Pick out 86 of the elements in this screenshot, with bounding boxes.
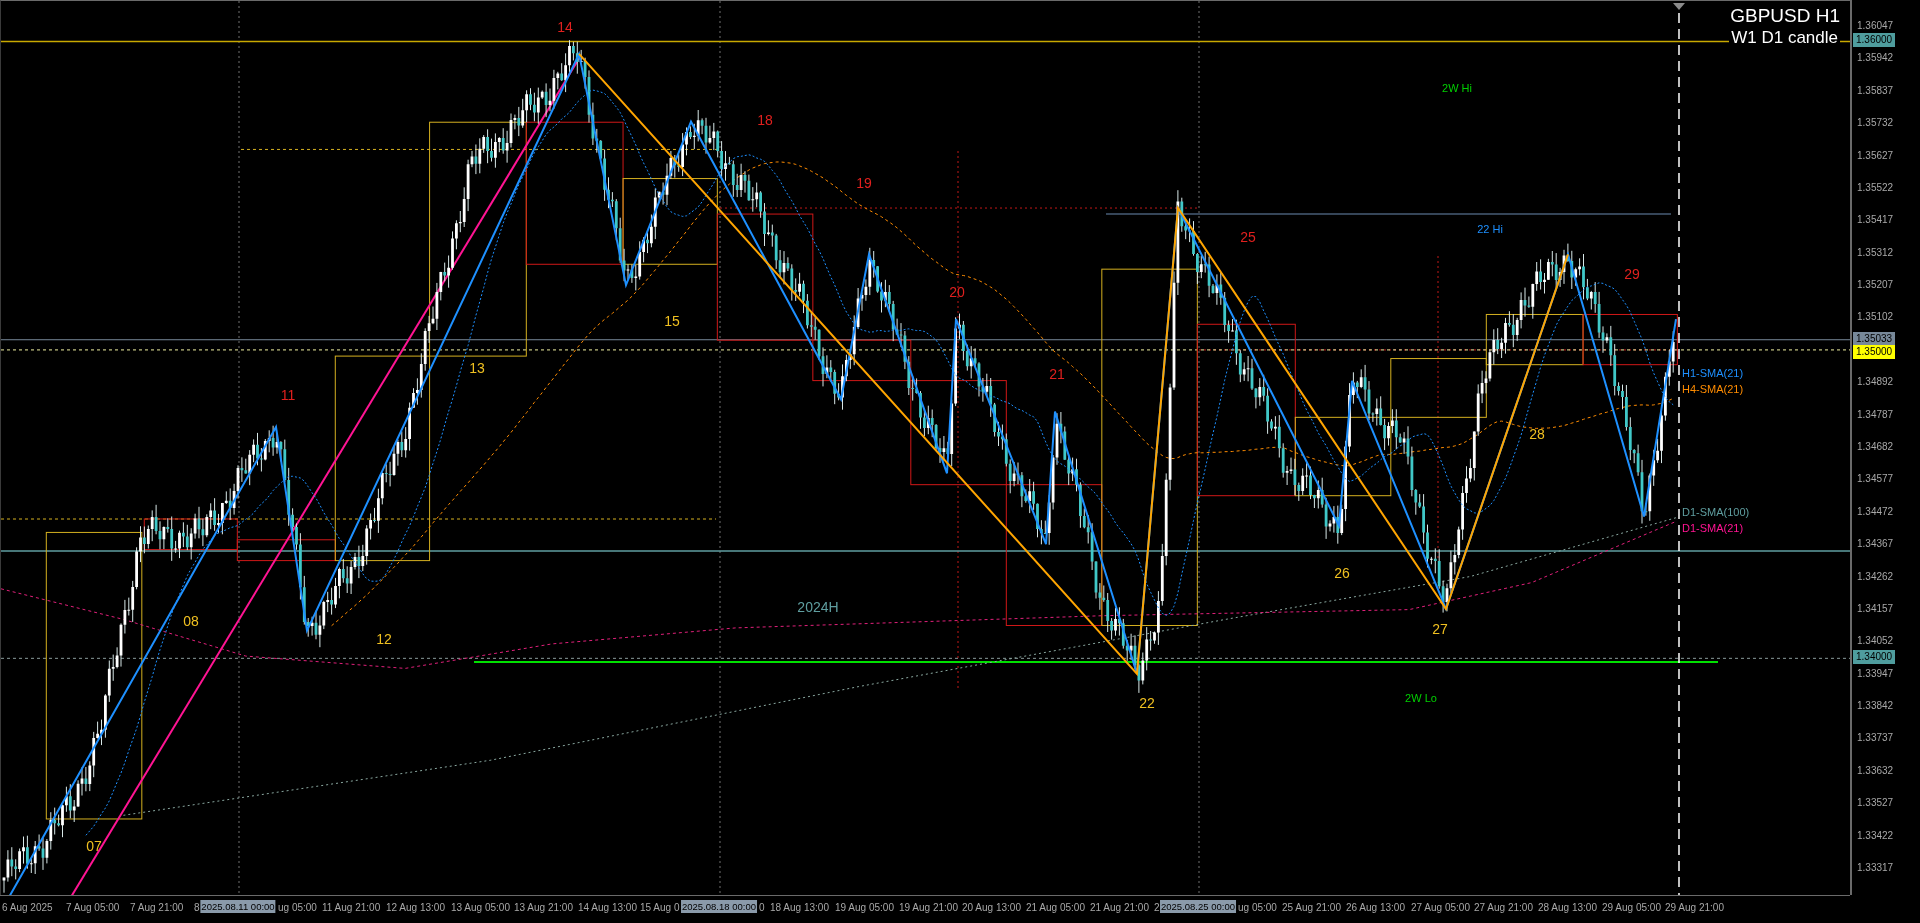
chart-label: 25 <box>1240 230 1256 244</box>
period-separator-label: 2025.08.18 00:00 <box>681 900 757 913</box>
time-tick-label: 13 Aug 05:00 <box>451 901 510 914</box>
chart-title: GBPUSD H1 <box>1730 5 1840 27</box>
time-tick-label: 14 Aug 13:00 <box>578 901 637 914</box>
chart-label: 28 <box>1529 427 1545 441</box>
time-tick-label: ug 05:00 <box>278 901 317 914</box>
time-tick-label: 27 Aug 21:00 <box>1474 901 1533 914</box>
chart-label: 15 <box>664 314 680 328</box>
price-tick-label: 1.33632 <box>1857 763 1894 778</box>
price-tick-label: 1.33737 <box>1857 731 1894 746</box>
time-tick-label: 0 <box>759 901 765 914</box>
time-tick-label: 19 Aug 05:00 <box>835 901 894 914</box>
period-separator-label: 2025.08.25 00:00 <box>1160 900 1236 913</box>
time-tick-label: 28 Aug 13:00 <box>1538 901 1597 914</box>
price-tick-label: 1.34262 <box>1857 569 1894 584</box>
chart-label: 14 <box>557 20 573 34</box>
chart-label: 12 <box>376 632 392 646</box>
chart-label: 27 <box>1432 622 1448 636</box>
price-tick-label: 1.33947 <box>1857 666 1894 681</box>
price-tick-label: 1.35627 <box>1857 148 1894 163</box>
period-separator-label: 2025.08.11 00:00 <box>200 900 276 913</box>
price-tick-label: 1.34157 <box>1857 601 1894 616</box>
chart-label: 13 <box>469 361 485 375</box>
time-tick-label: 7 Aug 21:00 <box>130 901 184 914</box>
time-tick-label: 20 Aug 13:00 <box>962 901 1021 914</box>
time-tick-label: 18 Aug 13:00 <box>770 901 829 914</box>
price-tick-label: 1.35837 <box>1857 83 1894 98</box>
price-tick-label: 1.35522 <box>1857 180 1894 195</box>
shift-marker-icon[interactable] <box>1673 3 1685 10</box>
price-tick-label: 1.35732 <box>1857 116 1894 131</box>
chart-label: 21 <box>1049 367 1065 381</box>
chart-label: 22 <box>1139 696 1155 710</box>
time-tick-label: 29 Aug 21:00 <box>1665 901 1724 914</box>
time-tick-label: 25 Aug 21:00 <box>1282 901 1341 914</box>
chart-label: 29 <box>1624 267 1640 281</box>
time-tick-label: 21 Aug 21:00 <box>1090 901 1149 914</box>
time-tick-label: 19 Aug 21:00 <box>899 901 958 914</box>
price-tick-label: 1.35102 <box>1857 310 1894 325</box>
price-tick-label: 1.34577 <box>1857 472 1894 487</box>
chart-label: 22 Hi <box>1477 223 1503 235</box>
time-tick-label: 7 Aug 05:00 <box>66 901 120 914</box>
time-tick-label: 12 Aug 13:00 <box>386 901 445 914</box>
price-tick-label: 1.34682 <box>1857 440 1894 454</box>
chart-label: 18 <box>757 113 773 127</box>
indicator-label: D1-SMA(21) <box>1682 522 1744 534</box>
time-tick-label: 27 Aug 05:00 <box>1411 901 1470 914</box>
price-tick-label: 1.35312 <box>1857 245 1894 260</box>
chart-label: 20 <box>949 285 965 299</box>
chart-label: 19 <box>856 176 872 190</box>
price-tick-label: 1.35417 <box>1857 213 1894 228</box>
indicator-label: H4-SMA(21) <box>1682 383 1744 395</box>
time-tick-label: 15 Aug 0 <box>640 901 680 914</box>
chart-label: 2W Lo <box>1405 692 1437 704</box>
time-tick-label: 8 <box>194 901 200 914</box>
price-tick-label: 1.34472 <box>1857 504 1894 519</box>
chart-label: 07 <box>86 839 102 853</box>
chart-label: 2W Hi <box>1442 82 1472 94</box>
time-tick-label: 13 Aug 21:00 <box>514 901 573 914</box>
price-tick-label: 1.33422 <box>1857 828 1894 843</box>
price-marker: 1.35033 <box>1853 331 1896 346</box>
time-tick-label: 2 <box>1154 901 1160 914</box>
time-tick-label: 21 Aug 05:00 <box>1026 901 1085 914</box>
indicator-label: D1-SMA(100) <box>1682 506 1750 518</box>
indicator-label: H1-SMA(21) <box>1682 367 1744 379</box>
time-tick-label: 26 Aug 13:00 <box>1346 901 1405 914</box>
price-tick-label: 1.34892 <box>1857 375 1894 390</box>
price-tick-label: 1.33842 <box>1857 699 1894 714</box>
time-tick-label: 29 Aug 05:00 <box>1602 901 1661 914</box>
price-marker: 1.34000 <box>1853 650 1896 665</box>
chart-label: 08 <box>183 614 199 628</box>
chart-label: 2024H <box>797 600 839 614</box>
price-tick-label: 1.35942 <box>1857 51 1894 66</box>
price-marker: 1.36000 <box>1853 33 1896 48</box>
chart-label: 26 <box>1334 566 1350 580</box>
price-tick-label: 1.35207 <box>1857 278 1894 293</box>
time-tick-label: 11 Aug 21:00 <box>322 901 381 914</box>
price-tick-label: 1.36047 <box>1857 19 1894 33</box>
price-tick-label: 1.34787 <box>1857 407 1894 422</box>
time-tick-label: ug 05:00 <box>1238 901 1277 914</box>
time-tick-label: 6 Aug 2025 <box>2 901 53 914</box>
price-tick-label: 1.34367 <box>1857 537 1894 552</box>
chart-label: 11 <box>280 388 296 402</box>
price-tick-label: 1.34052 <box>1857 634 1894 649</box>
price-tick-label: 1.33527 <box>1857 796 1894 811</box>
price-tick-label: 1.33317 <box>1857 861 1894 875</box>
